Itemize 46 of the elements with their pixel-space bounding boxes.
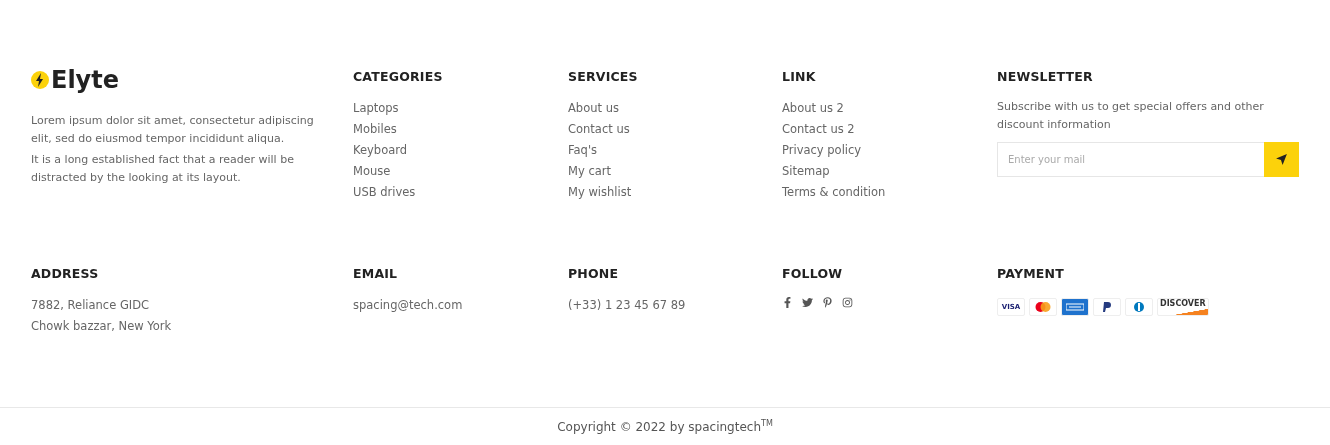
footer-link[interactable]: Mouse: [353, 161, 568, 182]
diners-card-icon: [1125, 298, 1153, 316]
footer-link[interactable]: Sitemap: [782, 161, 997, 182]
footer-link[interactable]: About us 2: [782, 98, 997, 119]
address-line: 7882, Reliance GIDC: [31, 297, 150, 314]
pinterest-icon[interactable]: [822, 297, 833, 308]
footer-link[interactable]: Mobiles: [353, 119, 568, 140]
facebook-icon[interactable]: [782, 297, 793, 308]
column-heading: SERVICES: [568, 69, 639, 84]
footer-link[interactable]: Contact us 2: [782, 119, 997, 140]
column-heading: PHONE: [568, 266, 620, 281]
brand-description: Lorem ipsum dolor sit amet, consectetur adipiscing elit, sed do eiusmod tempor incididunt aliqua.: [31, 113, 315, 147]
column-heading: PAYMENT: [997, 266, 1065, 281]
lightning-bolt-icon: [31, 71, 49, 89]
footer-link[interactable]: Privacy policy: [782, 140, 997, 161]
footer-link[interactable]: My wishlist: [568, 182, 782, 203]
twitter-icon[interactable]: [802, 297, 813, 308]
footer-link[interactable]: My cart: [568, 161, 782, 182]
paypal-card-icon: [1093, 298, 1121, 316]
card-label: DISCOVER: [1160, 299, 1206, 308]
mastercard-card-icon: [1029, 298, 1057, 316]
footer-link[interactable]: USB drives: [353, 182, 568, 203]
column-heading: CATEGORIES: [353, 69, 444, 84]
newsletter-description: Subscribe with us to get special offers and other discount information: [997, 99, 1265, 133]
copyright-text: Copyright © 2022 by spacingtech$^{TM}$: [557, 419, 773, 434]
column-heading: EMAIL: [353, 266, 399, 281]
address-line: Chowk bazzar, New York: [31, 318, 172, 335]
footer-link[interactable]: Terms & condition: [782, 182, 997, 203]
amex-card-icon: [1061, 298, 1089, 316]
footer-link[interactable]: Contact us: [568, 119, 782, 140]
phone-number: (+33) 1 23 45 67 89: [568, 297, 686, 314]
footer-link[interactable]: Laptops: [353, 98, 568, 119]
column-heading: LINK: [782, 69, 817, 84]
email-link[interactable]: spacing@tech.com: [353, 295, 568, 316]
send-button[interactable]: [1264, 142, 1299, 177]
footer-link[interactable]: About us: [568, 98, 782, 119]
brand-description: It is a long established fact that a reader will be distracted by the looking at its layout.: [31, 152, 295, 186]
footer-link[interactable]: Faq's: [568, 140, 782, 161]
column-heading: ADDRESS: [31, 266, 100, 281]
column-heading: FOLLOW: [782, 266, 844, 281]
instagram-icon[interactable]: [842, 297, 853, 308]
brand-logo: Elyte: [51, 66, 119, 94]
send-icon: [1275, 153, 1288, 166]
email-field[interactable]: Enter your mail: [997, 142, 1264, 177]
footer-link[interactable]: Keyboard: [353, 140, 568, 161]
column-heading: NEWSLETTER: [997, 69, 1094, 84]
